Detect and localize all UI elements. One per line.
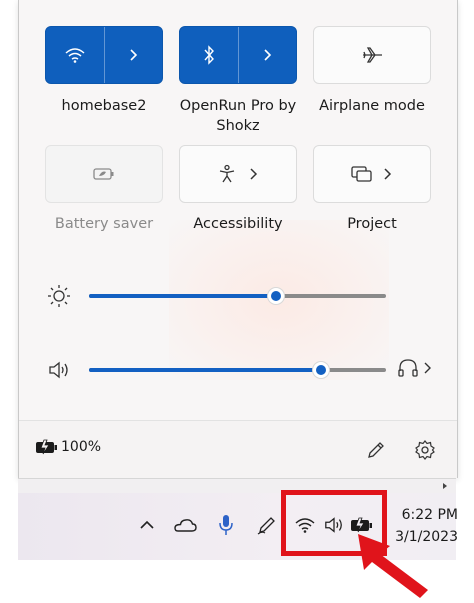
pencil-icon[interactable] [366,440,386,460]
accessibility-tile-label: Accessibility [193,216,283,232]
gear-icon[interactable] [414,439,436,461]
project-tile-label: Project [347,216,397,232]
wifi-icon [65,48,85,63]
chevron-right-icon [250,168,258,180]
battery-saver-icon [93,168,114,180]
speaker-icon[interactable] [47,359,71,381]
brightness-row [19,281,457,311]
audio-output-button[interactable] [397,357,432,379]
airplane-mode-tile[interactable] [313,26,431,84]
wifi-tile[interactable] [45,26,163,84]
bluetooth-devices-button[interactable] [239,27,297,83]
brightness-icon [48,285,70,307]
chevron-up-icon[interactable] [139,518,155,532]
pen-icon[interactable] [256,514,278,536]
bluetooth-tile-label: OpenRun Pro by Shokz [179,98,297,134]
wifi-toggle-button[interactable] [46,27,105,83]
accessibility-icon [219,164,235,183]
project-tile[interactable] [313,145,431,203]
volume-row [19,355,457,385]
chevron-right-icon [384,168,392,180]
chevron-right-icon [264,49,272,61]
brightness-slider-thumb[interactable] [268,288,285,304]
wifi-tile-label: homebase2 [61,98,147,114]
volume-slider[interactable] [89,362,386,378]
airplane-mode-tile-label: Airplane mode [319,98,425,114]
volume-slider-fill [89,368,321,372]
airplane-icon [363,47,382,63]
bluetooth-tile[interactable] [179,26,297,84]
headphones-icon [398,359,418,377]
accessibility-tile[interactable] [179,145,297,203]
battery-saver-tile [45,145,163,203]
battery-percent: 100% [61,439,102,455]
onedrive-cloud-icon[interactable] [173,517,197,533]
wifi-networks-button[interactable] [105,27,163,83]
battery-charging-icon [36,439,57,455]
clock-time: 6:22 PM [401,507,458,523]
bluetooth-toggle-button[interactable] [180,27,239,83]
panel-scroll-strip [18,478,456,493]
annotation-arrow [358,534,428,598]
chevron-right-icon [130,49,138,61]
project-icon [351,166,372,182]
brightness-slider[interactable] [89,288,386,304]
quick-settings-panel: homebase2 OpenRun Pro by Shokz Airplane … [18,0,458,479]
scroll-arrow-icon[interactable] [440,481,450,491]
chevron-right-icon [424,362,431,374]
battery-status[interactable]: 100% [35,439,101,455]
volume-slider-thumb[interactable] [312,362,329,378]
brightness-slider-fill [89,294,277,298]
quick-settings-footer: 100% [19,420,457,479]
battery-saver-tile-label: Battery saver [54,216,154,232]
bluetooth-icon [204,45,214,65]
microphone-icon[interactable] [218,514,234,536]
